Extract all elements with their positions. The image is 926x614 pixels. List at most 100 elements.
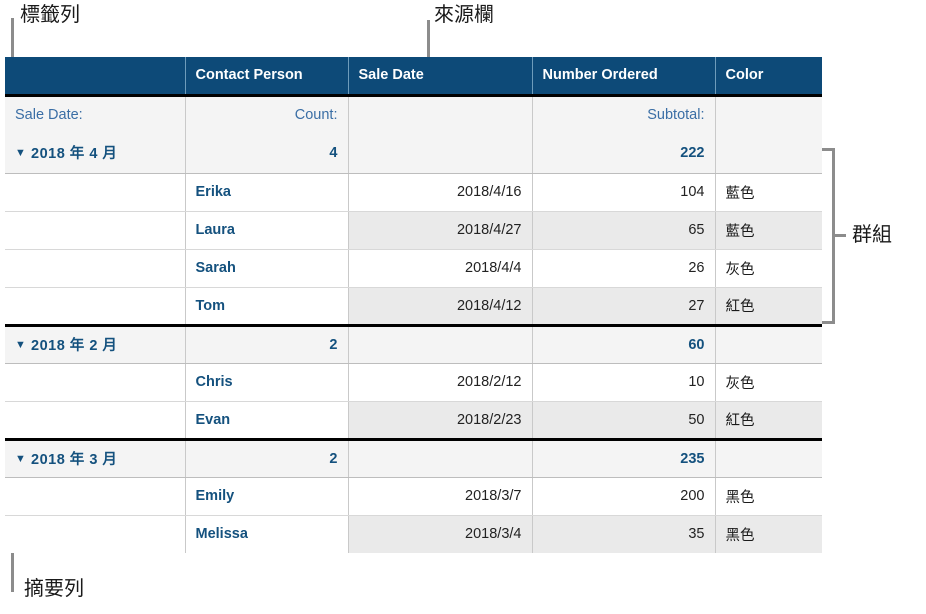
table-row[interactable]: Chris 2018/2/12 10 灰色 — [5, 363, 822, 402]
table-row[interactable]: Melissa 2018/3/4 35 黑色 — [5, 515, 822, 553]
summary-value-subtotal-1: 60 — [532, 325, 716, 364]
column-header-group[interactable] — [5, 57, 186, 97]
summary-value-count-2: 2 — [185, 439, 349, 478]
summary-cell-date-blank-2 — [348, 439, 533, 478]
summary-label-count: Count: — [294, 106, 338, 123]
annotation-group: 群組 — [852, 224, 892, 246]
cell-contact-person: Laura — [185, 211, 349, 250]
leader-bracket-group-tick — [832, 234, 846, 237]
annotation-source-column: 來源欄 — [434, 4, 494, 26]
cell-contact-person: Melissa — [185, 515, 349, 553]
column-header-number-ordered[interactable]: Number Ordered — [532, 57, 716, 97]
table-row[interactable]: Erika 2018/4/16 104 藍色 — [5, 173, 822, 212]
cell-contact-person: Chris — [185, 363, 349, 402]
cell-number-ordered: 200 — [532, 477, 716, 516]
cell-number-ordered: 50 — [532, 401, 716, 441]
row-group-blank — [5, 173, 186, 212]
table-row[interactable]: Evan 2018/2/23 50 紅色 — [5, 401, 822, 441]
column-header-sale-date[interactable]: Sale Date — [348, 57, 533, 97]
leader-bracket-group-top-hook — [821, 148, 835, 151]
table-row[interactable]: Emily 2018/3/7 200 黑色 — [5, 477, 822, 516]
pivot-table-container: Contact Person Sale Date Number Ordered … — [5, 57, 822, 554]
summary-cell-count-0: Count: 4 — [185, 95, 349, 174]
summary-row-group-0[interactable]: Sale Date: ▼ 2018 年 4 月 Count: 4 Subtotal… — [5, 95, 823, 174]
column-header-color[interactable]: Color — [715, 57, 822, 97]
group-name-label-0: 2018 年 4 月 — [31, 145, 118, 162]
group-name-label-1: 2018 年 2 月 — [31, 338, 118, 354]
summary-value-count-1: 2 — [185, 325, 349, 364]
cell-number-ordered: 65 — [532, 211, 716, 250]
cell-color: 紅色 — [715, 401, 822, 441]
header-row: Contact Person Sale Date Number Ordered … — [5, 57, 822, 97]
cell-sale-date: 2018/3/7 — [348, 477, 533, 516]
cell-number-ordered: 104 — [532, 173, 716, 212]
table-row[interactable]: Tom 2018/4/12 27 紅色 — [5, 287, 822, 327]
cell-color: 藍色 — [715, 173, 822, 212]
summary-cell-subtotal-0: Subtotal: 222 — [532, 95, 716, 174]
annotation-label-row: 標籤列 — [20, 4, 80, 26]
table-body: Sale Date: ▼ 2018 年 4 月 Count: 4 Subtotal… — [5, 95, 822, 553]
summary-blank-date-value-0 — [349, 133, 532, 173]
summary-row-group-1[interactable]: ▼ 2018 年 2 月 2 60 — [5, 325, 822, 364]
row-group-blank — [5, 515, 186, 553]
cell-sale-date: 2018/4/16 — [348, 173, 533, 212]
summary-label-subtotal: Subtotal: — [647, 106, 705, 123]
cell-sale-date: 2018/4/12 — [348, 287, 533, 327]
column-header-contact-person[interactable]: Contact Person — [185, 57, 349, 97]
summary-blank-color-value-0 — [716, 133, 823, 173]
summary-cell-group-name-2[interactable]: ▼ 2018 年 3 月 — [5, 439, 186, 478]
cell-number-ordered: 35 — [532, 515, 716, 553]
cell-sale-date: 2018/3/4 — [348, 515, 533, 553]
cell-color: 紅色 — [715, 287, 822, 327]
cell-color: 黑色 — [715, 477, 822, 516]
cell-sale-date: 2018/4/27 — [348, 211, 533, 250]
table-header: Contact Person Sale Date Number Ordered … — [5, 57, 822, 97]
cell-sale-date: 2018/2/12 — [348, 363, 533, 402]
summary-cell-date-blank-0 — [348, 95, 533, 174]
cell-number-ordered: 27 — [532, 287, 716, 327]
summary-cell-date-blank-1 — [348, 325, 533, 364]
summary-row-group-2[interactable]: ▼ 2018 年 3 月 2 235 — [5, 439, 822, 478]
table-row[interactable]: Sarah 2018/4/4 26 灰色 — [5, 249, 822, 288]
cell-contact-person: Evan — [185, 401, 349, 441]
row-group-blank — [5, 211, 186, 250]
cell-contact-person: Sarah — [185, 249, 349, 288]
row-group-blank — [5, 363, 186, 402]
summary-value-subtotal-2: 235 — [532, 439, 716, 478]
group-name-label-2: 2018 年 3 月 — [31, 452, 118, 468]
row-group-blank — [5, 287, 186, 327]
row-group-blank — [5, 401, 186, 441]
cell-sale-date: 2018/4/4 — [348, 249, 533, 288]
pivot-table: Contact Person Sale Date Number Ordered … — [5, 57, 822, 553]
summary-blank-color-label-0 — [716, 97, 823, 133]
disclosure-triangle-icon[interactable]: ▼ — [15, 339, 31, 351]
summary-cell-color-blank-1 — [715, 325, 822, 364]
cell-number-ordered: 26 — [532, 249, 716, 288]
summary-label-sale-date: Sale Date: — [15, 106, 83, 123]
summary-cell-color-blank-2 — [715, 439, 822, 478]
cell-color: 藍色 — [715, 211, 822, 250]
summary-value-subtotal-0: 222 — [680, 144, 705, 161]
cell-contact-person: Erika — [185, 173, 349, 212]
cell-contact-person: Emily — [185, 477, 349, 516]
leader-line-source-column — [427, 20, 430, 57]
annotation-summary-row: 摘要列 — [24, 578, 84, 600]
cell-color: 灰色 — [715, 249, 822, 288]
summary-value-group-name-0[interactable]: ▼ 2018 年 4 月 — [5, 133, 185, 173]
cell-number-ordered: 10 — [532, 363, 716, 402]
summary-blank-date-label-0 — [349, 97, 532, 133]
summary-cell-group-name-1[interactable]: ▼ 2018 年 2 月 — [5, 325, 186, 364]
leader-bracket-group-bottom-hook — [821, 321, 835, 324]
disclosure-triangle-icon[interactable]: ▼ — [15, 133, 31, 173]
cell-sale-date: 2018/2/23 — [348, 401, 533, 441]
cell-color: 黑色 — [715, 515, 822, 553]
row-group-blank — [5, 249, 186, 288]
table-row[interactable]: Laura 2018/4/27 65 藍色 — [5, 211, 822, 250]
disclosure-triangle-icon[interactable]: ▼ — [15, 453, 31, 465]
cell-contact-person: Tom — [185, 287, 349, 327]
summary-cell-color-blank-0 — [715, 95, 823, 174]
row-group-blank — [5, 477, 186, 516]
summary-value-count-0: 4 — [329, 144, 338, 161]
cell-color: 灰色 — [715, 363, 822, 402]
summary-cell-group-name-0[interactable]: Sale Date: ▼ 2018 年 4 月 — [5, 95, 186, 174]
